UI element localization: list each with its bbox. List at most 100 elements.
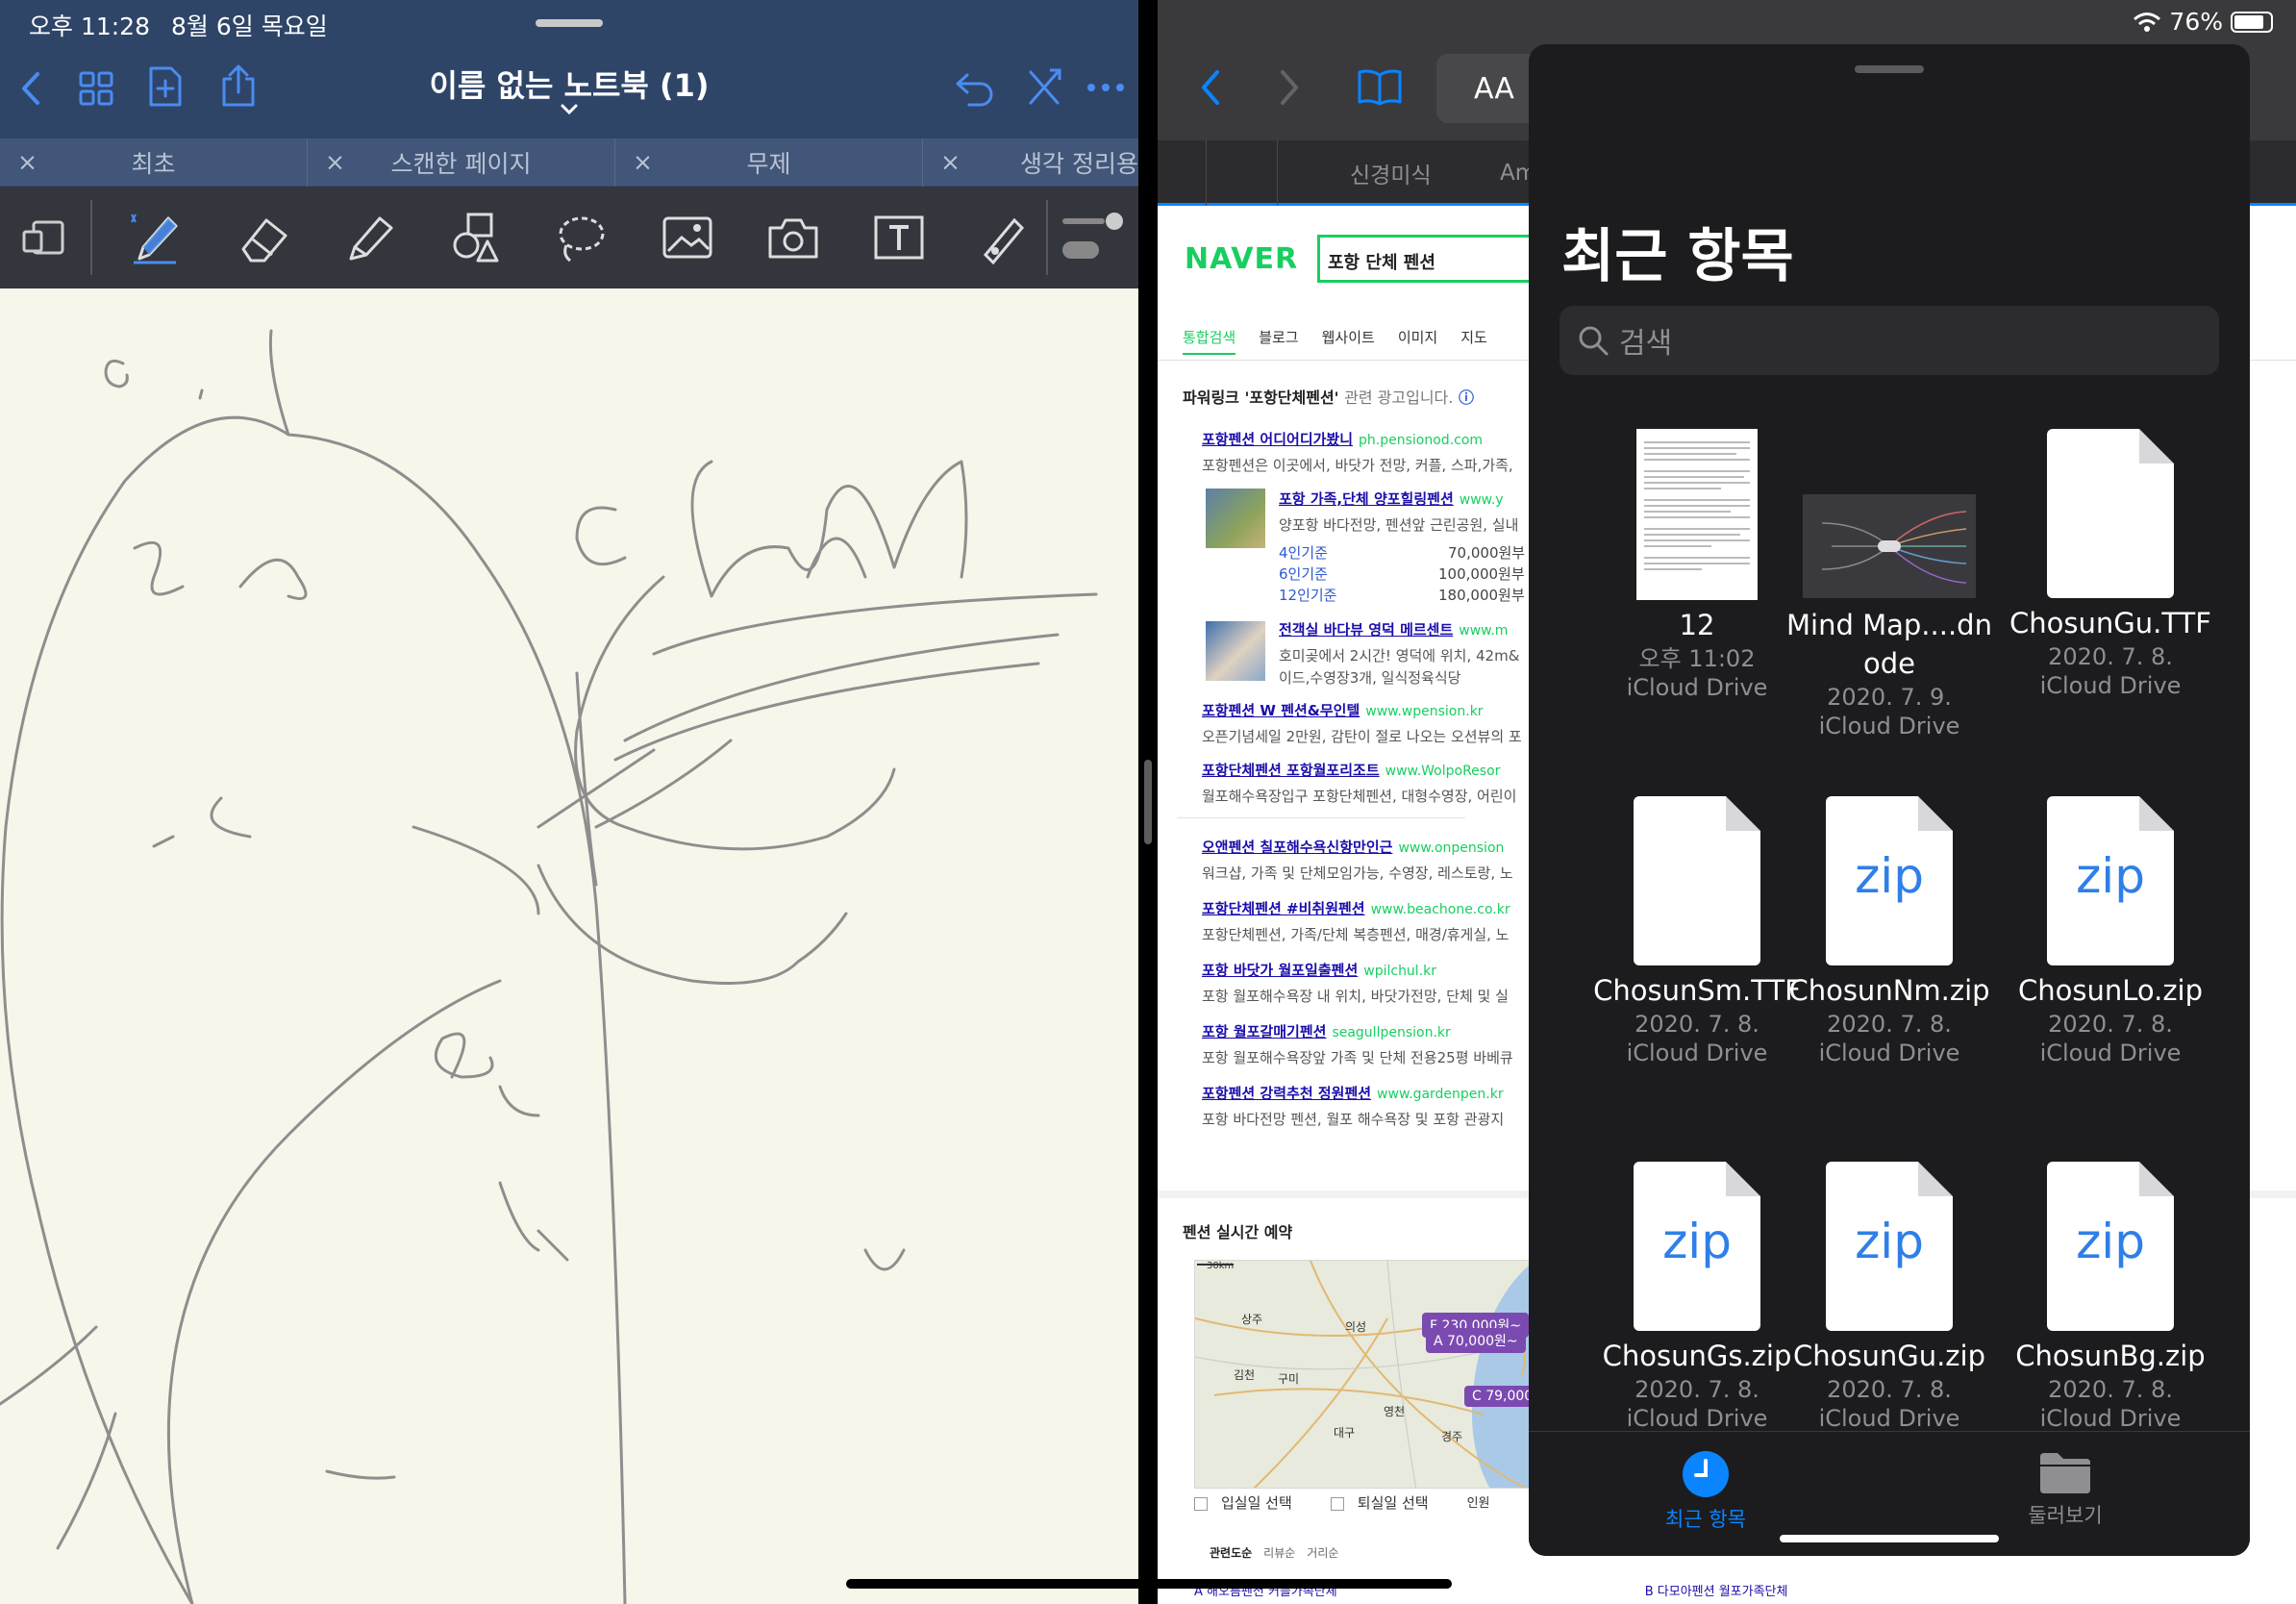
search-field[interactable]: 검색 [1560,306,2219,375]
ad-title-link[interactable]: 전객실 바다뷰 영덕 메르센트 [1279,621,1453,639]
camera-tool-icon[interactable] [760,204,827,271]
file-item[interactable]: Mind Map....dnode 2020. 7. 9. iCloud Dri… [1779,429,2000,740]
file-item[interactable]: zip ChosunBg.zip 2020. 7. 8. iCloud Driv… [2000,1162,2221,1433]
files-recents-popover: 최근 항목 검색 12 오후 11:02 iCloud Drive Mind M… [1529,44,2250,1556]
ad-item[interactable]: 포항 월포갈매기펜션 seagullpension.kr 포항 월포해수욕장앞 가… [1202,1021,1513,1067]
ad-title-link[interactable]: 포항 바닷가 월포일출펜션 [1202,962,1358,979]
ad-url[interactable]: www.wpension.kr [1365,704,1483,719]
tab-close-icon[interactable]: × [325,148,345,176]
handwriting-canvas[interactable] [0,288,1138,1604]
file-item[interactable]: zip ChosunGu.zip 2020. 7. 8. iCloud Driv… [1779,1162,2000,1433]
ad-item[interactable]: 포항펜션 어디어디가봤니 ph.pensionod.com 포항펜션은 이곳에서,… [1202,429,1513,475]
file-name: ChosunGu.zip [1793,1340,1985,1372]
naver-logo[interactable]: NAVER [1185,242,1298,276]
ad-url[interactable]: www.beachone.co.kr [1371,902,1510,917]
ad-url[interactable]: www.gardenpen.kr [1377,1087,1504,1102]
info-icon[interactable]: ⓘ [1459,388,1474,407]
ad-item[interactable]: 포항단체펜션 포항월포리조트 www.WolpoResor 월포해수욕장입구 포항… [1202,760,1516,806]
sort-distance[interactable]: 거리순 [1307,1544,1338,1561]
forward-chevron-icon[interactable] [1275,67,1304,108]
tab-close-icon[interactable]: × [633,148,653,176]
ad-url[interactable]: www.onpension [1398,840,1504,856]
file-item[interactable]: zip ChosunNm.zip 2020. 7. 8. iCloud Driv… [1779,796,2000,1067]
tab-recents[interactable]: 최근 항목 [1619,1449,1792,1533]
lasso-tool-icon[interactable] [548,204,615,271]
tab-blog[interactable]: 블로그 [1259,327,1298,355]
laser-pointer-icon[interactable] [969,204,1036,271]
ad-title-link[interactable]: 포항단체펜션 #비취원펜션 [1202,900,1365,917]
listing-item[interactable]: B 다모아펜션 월포가족단체 [1645,1581,1788,1599]
read-only-mode-icon[interactable] [10,204,77,271]
file-name: ChosunLo.zip [2017,974,2204,1007]
sort-relevance[interactable]: 관련도순 [1210,1544,1252,1561]
bookmarks-icon[interactable] [1356,67,1404,108]
eraser-tool-icon[interactable] [231,204,298,271]
text-tool-icon[interactable] [865,204,933,271]
tab-close-icon[interactable]: × [940,148,961,176]
tab-integrated[interactable]: 통합검색 [1183,327,1236,355]
ad-title-link[interactable]: 포항단체펜션 포항월포리조트 [1202,762,1380,779]
tab-website[interactable]: 웹사이트 [1322,327,1375,355]
shapes-tool-icon[interactable] [442,204,510,271]
ad-item[interactable]: 전객실 바다뷰 영덕 메르센트 www.m 호미곶에서 2시간! 영덕에 위치, … [1279,619,1519,688]
highlighter-tool-icon[interactable] [337,204,404,271]
pen-settings-icon[interactable] [1058,204,1127,271]
safari-tab[interactable]: 신경미식 [1350,140,1432,206]
ad-url[interactable]: wpilchul.kr [1363,964,1436,979]
ad-title-link[interactable]: 포항펜션 강력추천 정원펜션 [1202,1085,1371,1102]
ad-item[interactable]: 포항펜션 강력추천 정원펜션 www.gardenpen.kr 포항 바다전망 펜… [1202,1083,1504,1129]
tab-untitled[interactable]: × 무제 [615,138,923,187]
tab-close-icon[interactable]: × [17,148,37,176]
disable-pen-icon[interactable] [1021,63,1067,112]
ad-thumbnail[interactable] [1206,489,1265,548]
multitask-grabber[interactable] [536,19,603,27]
image-tool-icon[interactable] [654,204,721,271]
ad-item[interactable]: 오앤펜션 칠포해수욕신항만인근 www.onpension 워크샵, 가족 및 단… [1202,837,1513,883]
ad-title-link[interactable]: 포항 월포갈매기펜션 [1202,1023,1326,1040]
ad-url[interactable]: www.WolpoResor [1385,764,1501,779]
tab-scanned-page[interactable]: × 스캔한 페이지 [308,138,615,187]
split-view-handle[interactable] [1144,760,1152,844]
date-selector-row: 입실일 선택 퇴실일 선택 인원 [1194,1492,1489,1513]
more-options-icon[interactable] [1085,73,1127,102]
file-item[interactable]: ChosunGu.TTF 2020. 7. 8. iCloud Drive [2000,429,2221,700]
recent-files-grid: 12 오후 11:02 iCloud Drive Mind Map....dno… [1529,429,2250,1473]
file-name: 12 [1679,609,1715,641]
ad-title-link[interactable]: 오앤펜션 칠포해수욕신항만인근 [1202,839,1392,856]
title-chevron-down-icon[interactable] [560,102,579,120]
ad-title-link[interactable]: 포항펜션 W 펜션&무인텔 [1202,702,1360,719]
file-item[interactable]: ChosunSm.TTF 2020. 7. 8. iCloud Drive [1586,796,1808,1067]
checkout-select[interactable]: 퇴실일 선택 [1330,1492,1429,1513]
tab-first[interactable]: × 최초 [0,138,308,187]
ad-thumbnail[interactable] [1206,621,1265,681]
ad-url[interactable]: ph.pensionod.com [1359,433,1483,448]
back-chevron-icon[interactable] [1196,67,1225,108]
ad-url[interactable]: www.m [1459,623,1508,639]
ad-title-link[interactable]: 포항펜션 어디어디가봤니 [1202,431,1353,448]
file-name: ChosunNm.zip [1788,974,1990,1007]
ad-item[interactable]: 포항 바닷가 월포일출펜션 wpilchul.kr 포항 월포해수욕장 내 위치,… [1202,960,1509,1006]
ad-url[interactable]: www.y [1460,492,1504,508]
guest-select[interactable]: 인원 [1467,1492,1490,1513]
checkin-select[interactable]: 입실일 선택 [1194,1492,1292,1513]
pen-tool-icon[interactable] [121,204,188,271]
file-date: 2020. 7. 8. [1635,1011,1759,1038]
tab-browse[interactable]: 둘러보기 [1979,1449,2152,1529]
ad-item[interactable]: 포항단체펜션 #비취원펜션 www.beachone.co.kr 포항단체펜션, … [1202,898,1510,944]
realtime-booking-title: 펜션 실시간 예약 [1183,1223,1293,1241]
ad-title-link[interactable]: 포항 가족,단체 양포힐링펜션 [1279,490,1454,508]
tab-map[interactable]: 지도 [1460,327,1487,355]
tab-image[interactable]: 이미지 [1398,327,1437,355]
ad-url[interactable]: seagullpension.kr [1332,1025,1450,1040]
home-indicator[interactable] [846,1579,1452,1589]
map-price-pin[interactable]: A 70,000원~ [1426,1328,1526,1353]
ad-item[interactable]: 포항 가족,단체 양포힐링펜션 www.y 양포항 바다전망, 펜션앞 근린공원,… [1279,489,1518,535]
ad-item[interactable]: 포항펜션 W 펜션&무인텔 www.wpension.kr 오픈기념세일 2만원,… [1202,700,1522,746]
undo-icon[interactable] [952,65,998,112]
file-item[interactable]: 12 오후 11:02 iCloud Drive [1586,429,1808,702]
file-item[interactable]: zip ChosunLo.zip 2020. 7. 8. iCloud Driv… [2000,796,2221,1067]
sort-reviews[interactable]: 리뷰순 [1263,1544,1295,1561]
tab-thought-notes[interactable]: × 생각 정리용 [923,138,1138,187]
file-item[interactable]: zip ChosunGs.zip 2020. 7. 8. iCloud Driv… [1586,1162,1808,1433]
popover-grabber[interactable] [1855,65,1924,73]
